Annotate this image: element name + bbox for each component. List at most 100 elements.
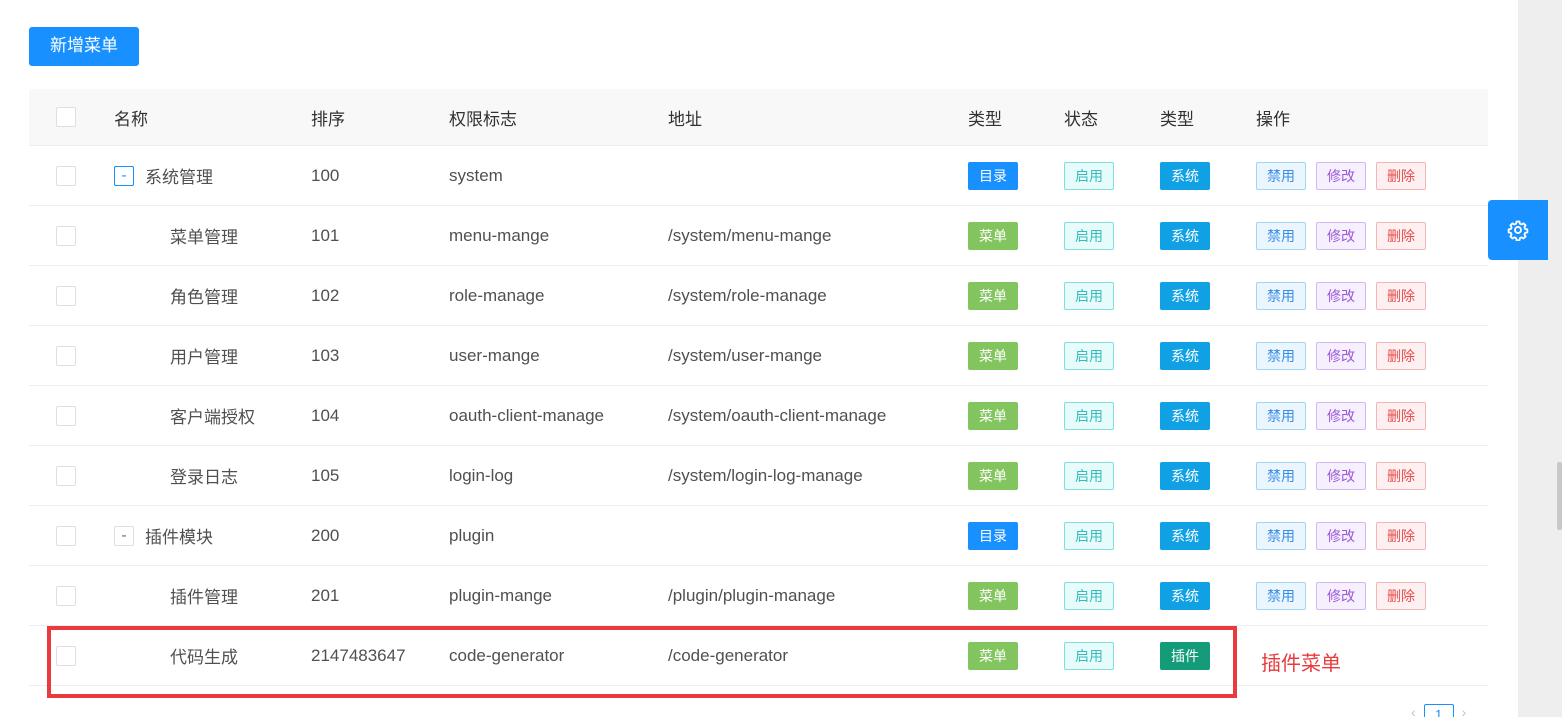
delete-button[interactable]: 删除 [1376, 521, 1426, 550]
type-tag: 目录 [968, 161, 1018, 190]
table-row: 角色管理 102 role-manage /system/role-manage… [29, 266, 1488, 326]
menu-table: 名称 排序 权限标志 地址 类型 状态 类型 操作 - 系统管理 100 syst… [29, 89, 1488, 686]
menu-name: 客户端授权 [170, 408, 255, 428]
settings-button[interactable] [1488, 200, 1548, 260]
row-checkbox[interactable] [56, 585, 76, 606]
table-row: 菜单管理 101 menu-mange /system/menu-mange 菜… [29, 206, 1488, 266]
collapse-toggle[interactable]: - [114, 525, 134, 546]
menu-name: 登录日志 [170, 468, 238, 488]
chevron-right-icon[interactable]: › [1462, 704, 1467, 717]
menu-url: /system/login-log-manage [668, 465, 863, 485]
delete-button[interactable]: 删除 [1376, 221, 1426, 250]
row-checkbox[interactable] [56, 405, 76, 426]
status-tag: 启用 [1064, 461, 1114, 490]
disable-button[interactable]: 禁用 [1256, 281, 1306, 310]
row-checkbox[interactable] [56, 285, 76, 306]
disable-button[interactable]: 禁用 [1256, 221, 1306, 250]
menu-url: /plugin/plugin-manage [668, 585, 836, 605]
pagination: ‹ 1 › [1411, 704, 1466, 717]
scrollbar-thumb[interactable] [1557, 462, 1562, 530]
select-all-checkbox[interactable] [56, 107, 76, 127]
row-checkbox[interactable] [56, 225, 76, 246]
edit-button[interactable]: 修改 [1316, 401, 1366, 430]
disable-button[interactable]: 禁用 [1256, 161, 1306, 190]
gear-icon [1507, 220, 1529, 241]
row-checkbox[interactable] [56, 465, 76, 486]
menu-order: 104 [311, 405, 340, 425]
menu-name: 插件模块 [145, 528, 213, 548]
delete-button[interactable]: 删除 [1376, 341, 1426, 370]
menu-permission: plugin [449, 525, 495, 545]
disable-button[interactable]: 禁用 [1256, 461, 1306, 490]
row-checkbox[interactable] [56, 165, 76, 186]
edit-button[interactable]: 修改 [1316, 521, 1366, 550]
chevron-left-icon[interactable]: ‹ [1411, 704, 1416, 717]
menu-order: 100 [311, 165, 340, 185]
type-tag: 菜单 [968, 401, 1018, 430]
source-tag: 系统 [1160, 401, 1210, 430]
menu-name: 菜单管理 [170, 228, 238, 248]
menu-url: /system/menu-mange [668, 225, 832, 245]
highlight-box [47, 626, 1237, 698]
edit-button[interactable]: 修改 [1316, 161, 1366, 190]
status-tag: 启用 [1064, 401, 1114, 430]
type-tag: 菜单 [968, 581, 1018, 610]
disable-button[interactable]: 禁用 [1256, 401, 1306, 430]
edit-button[interactable]: 修改 [1316, 341, 1366, 370]
menu-permission: login-log [449, 465, 514, 485]
source-tag: 系统 [1160, 221, 1210, 250]
header-status: 状态 [1064, 109, 1098, 130]
menu-permission: system [449, 165, 503, 185]
delete-button[interactable]: 删除 [1376, 161, 1426, 190]
menu-url: /system/role-manage [668, 285, 827, 305]
edit-button[interactable]: 修改 [1316, 461, 1366, 490]
type-tag: 菜单 [968, 221, 1018, 250]
scrollbar-track[interactable] [1518, 0, 1562, 717]
row-checkbox[interactable] [56, 525, 76, 546]
disable-button[interactable]: 禁用 [1256, 341, 1306, 370]
status-tag: 启用 [1064, 581, 1114, 610]
status-tag: 启用 [1064, 221, 1114, 250]
type-tag: 菜单 [968, 461, 1018, 490]
delete-button[interactable]: 删除 [1376, 401, 1426, 430]
disable-button[interactable]: 禁用 [1256, 581, 1306, 610]
menu-order: 102 [311, 285, 340, 305]
menu-name: 角色管理 [170, 288, 238, 308]
source-tag: 系统 [1160, 581, 1210, 610]
menu-name: 用户管理 [170, 348, 238, 368]
menu-permission: plugin-mange [449, 585, 553, 605]
menu-order: 101 [311, 225, 340, 245]
status-tag: 启用 [1064, 341, 1114, 370]
page-number[interactable]: 1 [1423, 704, 1454, 717]
source-tag: 系统 [1160, 521, 1210, 550]
header-type: 类型 [968, 109, 1002, 130]
table-row: 客户端授权 104 oauth-client-manage /system/oa… [29, 386, 1488, 446]
menu-url: /system/oauth-client-manage [668, 405, 887, 425]
menu-permission: oauth-client-manage [449, 405, 604, 425]
add-menu-button[interactable]: 新增菜单 [29, 27, 139, 66]
header-checkbox-cell[interactable] [56, 89, 78, 145]
delete-button[interactable]: 删除 [1376, 581, 1426, 610]
edit-button[interactable]: 修改 [1316, 581, 1366, 610]
menu-order: 105 [311, 465, 340, 485]
table-header: 名称 排序 权限标志 地址 类型 状态 类型 操作 [29, 89, 1488, 146]
row-checkbox[interactable] [56, 345, 76, 366]
menu-url: /system/user-mange [668, 345, 822, 365]
disable-button[interactable]: 禁用 [1256, 521, 1306, 550]
table-row: 用户管理 103 user-mange /system/user-mange 菜… [29, 326, 1488, 386]
menu-order: 103 [311, 345, 340, 365]
collapse-toggle[interactable]: - [114, 165, 134, 186]
source-tag: 系统 [1160, 161, 1210, 190]
type-tag: 目录 [968, 521, 1018, 550]
header-permission: 权限标志 [449, 109, 517, 130]
edit-button[interactable]: 修改 [1316, 281, 1366, 310]
type-tag: 菜单 [968, 281, 1018, 310]
header-type-source: 类型 [1160, 109, 1194, 130]
delete-button[interactable]: 删除 [1376, 281, 1426, 310]
menu-permission: menu-mange [449, 225, 550, 245]
menu-order: 201 [311, 585, 340, 605]
delete-button[interactable]: 删除 [1376, 461, 1426, 490]
menu-order: 200 [311, 525, 340, 545]
edit-button[interactable]: 修改 [1316, 221, 1366, 250]
table-row: 插件管理 201 plugin-mange /plugin/plugin-man… [29, 566, 1488, 626]
